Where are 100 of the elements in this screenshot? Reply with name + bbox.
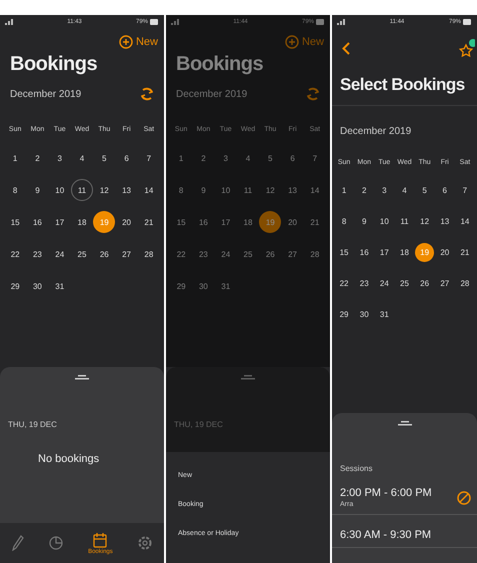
- sheet-handle-icon[interactable]: [398, 421, 412, 426]
- calendar-day[interactable]: 27: [435, 274, 454, 293]
- calendar-day[interactable]: 25: [394, 274, 414, 293]
- calendar-day[interactable]: 9: [192, 179, 214, 201]
- calendar-day[interactable]: 2: [354, 181, 374, 200]
- calendar-day[interactable]: 20: [116, 211, 138, 233]
- calendar-day[interactable]: 10: [374, 212, 394, 231]
- calendar-day[interactable]: 29: [4, 275, 26, 297]
- calendar-day[interactable]: 3: [374, 181, 394, 200]
- calendar-day[interactable]: 13: [116, 179, 138, 201]
- calendar-day[interactable]: 11: [236, 179, 259, 201]
- calendar-day[interactable]: 20: [282, 211, 304, 233]
- calendar-day[interactable]: 23: [26, 243, 48, 265]
- tab-item[interactable]: [49, 535, 64, 551]
- calendar-day[interactable]: 30: [354, 305, 374, 324]
- calendar-day[interactable]: 26: [93, 243, 116, 265]
- calendar-day[interactable]: 2: [192, 147, 214, 169]
- calendar-day[interactable]: 21: [455, 243, 474, 262]
- calendar-day[interactable]: 7: [138, 147, 160, 169]
- sheet-handle-icon[interactable]: [75, 375, 89, 380]
- tab-item[interactable]: [138, 535, 152, 551]
- calendar-day[interactable]: 1: [4, 147, 26, 169]
- calendar-day[interactable]: 17: [48, 211, 71, 233]
- calendar-day[interactable]: 30: [26, 275, 48, 297]
- calendar-day[interactable]: 31: [48, 275, 71, 297]
- calendar-day[interactable]: 24: [374, 274, 394, 293]
- calendar-day[interactable]: 13: [282, 179, 304, 201]
- calendar-day[interactable]: 25: [236, 243, 259, 265]
- calendar-day[interactable]: 14: [138, 179, 160, 201]
- calendar-day[interactable]: 20: [435, 243, 454, 262]
- calendar-day[interactable]: 26: [259, 243, 282, 265]
- calendar-day[interactable]: 5: [259, 147, 282, 169]
- calendar-day[interactable]: 26: [415, 274, 434, 293]
- calendar-day[interactable]: 15: [4, 211, 26, 233]
- calendar-day[interactable]: 14: [455, 212, 474, 231]
- calendar-day[interactable]: 23: [192, 243, 214, 265]
- calendar-day[interactable]: 8: [4, 179, 26, 201]
- calendar-day[interactable]: 8: [170, 179, 192, 201]
- calendar-day[interactable]: 22: [4, 243, 26, 265]
- calendar-day[interactable]: 1: [170, 147, 192, 169]
- refresh-icon[interactable]: [140, 86, 154, 102]
- calendar-day[interactable]: 9: [26, 179, 48, 201]
- calendar-day[interactable]: 15: [170, 211, 192, 233]
- calendar-day[interactable]: 23: [354, 274, 374, 293]
- calendar-day[interactable]: 24: [214, 243, 237, 265]
- calendar-day[interactable]: 25: [70, 243, 93, 265]
- calendar-day[interactable]: 16: [192, 211, 214, 233]
- refresh-icon[interactable]: [306, 86, 320, 102]
- back-icon[interactable]: [342, 42, 350, 54]
- calendar-day[interactable]: 30: [192, 275, 214, 297]
- calendar-day[interactable]: 7: [304, 147, 326, 169]
- calendar-day[interactable]: 4: [236, 147, 259, 169]
- calendar-day[interactable]: 28: [138, 243, 160, 265]
- ban-icon[interactable]: [457, 490, 471, 504]
- calendar-day[interactable]: 18: [70, 211, 93, 233]
- calendar-day[interactable]: 22: [170, 243, 192, 265]
- calendar-day[interactable]: 28: [304, 243, 326, 265]
- calendar-day[interactable]: 29: [334, 305, 354, 324]
- calendar-day[interactable]: 11: [394, 212, 414, 231]
- calendar-day[interactable]: 5: [93, 147, 116, 169]
- calendar-day[interactable]: 13: [435, 212, 454, 231]
- calendar-day[interactable]: 7: [455, 181, 474, 200]
- calendar-day[interactable]: 24: [48, 243, 71, 265]
- calendar-day[interactable]: 21: [138, 211, 160, 233]
- calendar-day[interactable]: 27: [116, 243, 138, 265]
- calendar-day[interactable]: 2: [26, 147, 48, 169]
- calendar-day[interactable]: 31: [214, 275, 237, 297]
- calendar-day[interactable]: 18: [236, 211, 259, 233]
- calendar-day[interactable]: 1: [334, 181, 354, 200]
- new-button[interactable]: New: [118, 35, 158, 49]
- calendar-day[interactable]: 27: [282, 243, 304, 265]
- calendar-day[interactable]: 10: [214, 179, 237, 201]
- calendar-day[interactable]: 6: [116, 147, 138, 169]
- calendar-day[interactable]: 31: [374, 305, 394, 324]
- sheet-handle-icon[interactable]: [241, 375, 255, 380]
- calendar-day[interactable]: 18: [394, 243, 414, 262]
- calendar-day[interactable]: 11: [70, 179, 93, 201]
- calendar-day[interactable]: 3: [48, 147, 71, 169]
- calendar-day[interactable]: 12: [93, 179, 116, 201]
- calendar-day[interactable]: 4: [70, 147, 93, 169]
- calendar-day[interactable]: 10: [48, 179, 71, 201]
- calendar-day[interactable]: 4: [394, 181, 414, 200]
- tab-item[interactable]: [12, 535, 24, 551]
- calendar-day[interactable]: 9: [354, 212, 374, 231]
- calendar-day[interactable]: 16: [354, 243, 374, 262]
- calendar-day[interactable]: 28: [455, 274, 474, 293]
- calendar-day[interactable]: 8: [334, 212, 354, 231]
- calendar-day[interactable]: 21: [304, 211, 326, 233]
- calendar-day[interactable]: 14: [304, 179, 326, 201]
- calendar-day[interactable]: 5: [415, 181, 434, 200]
- calendar-day[interactable]: 17: [374, 243, 394, 262]
- calendar-day[interactable]: 6: [282, 147, 304, 169]
- calendar-day[interactable]: 3: [214, 147, 237, 169]
- calendar-day[interactable]: 22: [334, 274, 354, 293]
- calendar-day[interactable]: 12: [259, 179, 282, 201]
- calendar-day[interactable]: 12: [415, 212, 434, 231]
- calendar-day[interactable]: 29: [170, 275, 192, 297]
- calendar-day[interactable]: 17: [214, 211, 237, 233]
- calendar-day[interactable]: 16: [26, 211, 48, 233]
- calendar-day[interactable]: 15: [334, 243, 354, 262]
